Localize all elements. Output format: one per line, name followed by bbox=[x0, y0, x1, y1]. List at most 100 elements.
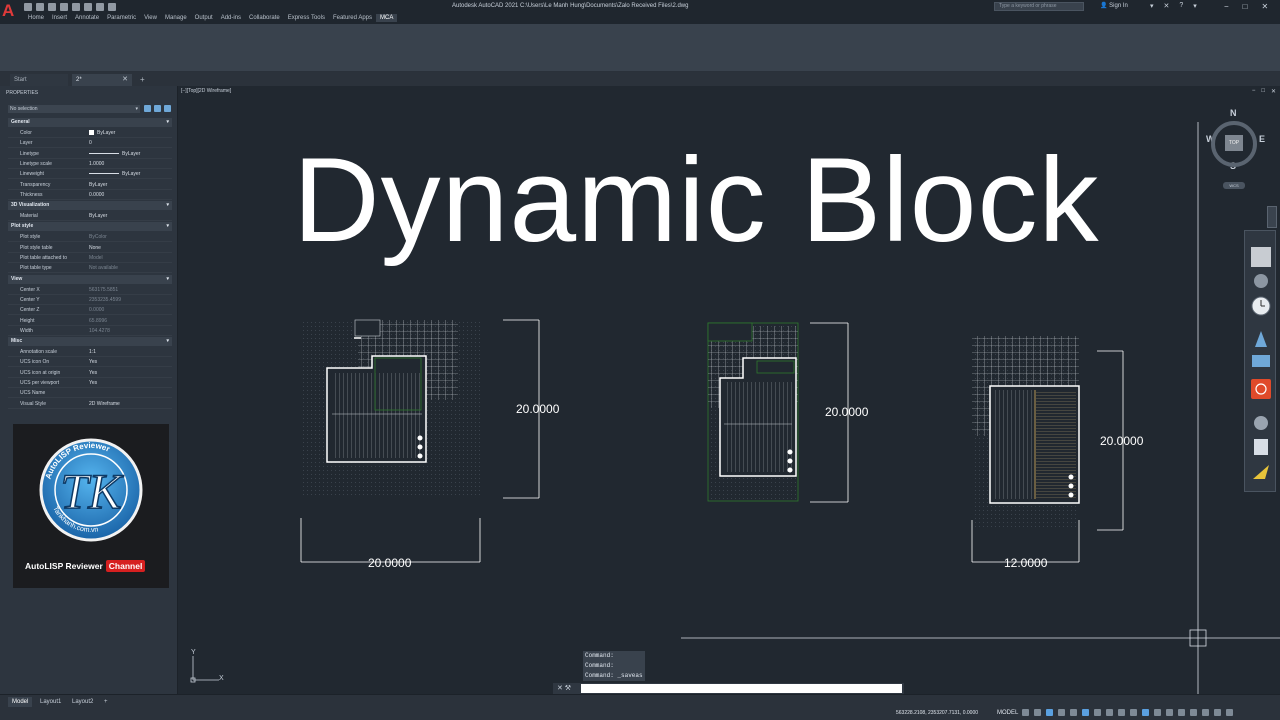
signin-dropdown-icon[interactable]: ▾ bbox=[1150, 2, 1154, 10]
section-general[interactable]: General ▾ bbox=[8, 118, 172, 127]
osnap-icon[interactable] bbox=[1082, 709, 1089, 716]
ribbon-tab-insert[interactable]: Insert bbox=[48, 14, 71, 22]
ortho-icon[interactable] bbox=[1046, 709, 1053, 716]
section-misc[interactable]: Misc ▾ bbox=[8, 337, 172, 347]
command-input[interactable] bbox=[581, 684, 902, 693]
property-row[interactable]: Height 65.8996 bbox=[8, 316, 172, 326]
autocad-logo-icon[interactable]: A bbox=[2, 1, 18, 21]
lock-ui-icon[interactable] bbox=[1178, 709, 1185, 716]
undo-icon[interactable] bbox=[84, 3, 92, 11]
section-view[interactable]: View ▾ bbox=[8, 274, 172, 284]
property-row[interactable]: Center Y 2353235.4599 bbox=[8, 295, 172, 305]
property-row[interactable]: UCS icon at origin Yes bbox=[8, 368, 172, 378]
tab-model[interactable]: Model bbox=[8, 697, 33, 707]
property-row[interactable]: Plot style table None bbox=[8, 243, 172, 253]
viewcube[interactable]: N W E S TOP WCS bbox=[1205, 108, 1265, 189]
ribbon-tab-home[interactable]: Home bbox=[24, 14, 48, 22]
wcs-menu[interactable]: WCS bbox=[1223, 182, 1245, 189]
workspace-icon[interactable] bbox=[1130, 709, 1137, 716]
toggle-pickadd-icon[interactable] bbox=[144, 105, 151, 112]
property-row[interactable]: Color ByLayer bbox=[8, 128, 172, 138]
close-icon[interactable]: ✕ bbox=[1262, 2, 1269, 11]
section-plot-style[interactable]: Plot style ▾ bbox=[8, 222, 172, 232]
property-row[interactable]: Linetype scale 1.0000 bbox=[8, 159, 172, 169]
save-as-icon[interactable] bbox=[60, 3, 68, 11]
save-icon[interactable] bbox=[48, 3, 56, 11]
tab-drawing-2[interactable]: 2* ✕ bbox=[72, 74, 132, 86]
property-row[interactable]: Annotation scale 1:1 bbox=[8, 347, 172, 358]
property-row[interactable]: Transparency ByLayer bbox=[8, 180, 172, 190]
sign-in-button[interactable]: 👤 Sign In bbox=[1100, 2, 1128, 9]
hardware-acceleration-icon[interactable] bbox=[1202, 709, 1209, 716]
quick-properties-icon[interactable] bbox=[1166, 709, 1173, 716]
tab-start[interactable]: Start bbox=[10, 74, 68, 86]
ribbon-tab-featured-apps[interactable]: Featured Apps bbox=[329, 14, 376, 22]
property-row[interactable]: Plot table type Not available bbox=[8, 263, 172, 274]
new-icon[interactable] bbox=[24, 3, 32, 11]
close-tab-icon[interactable]: ✕ bbox=[122, 74, 128, 86]
units-icon[interactable] bbox=[1154, 709, 1161, 716]
ribbon-tab-mca[interactable]: MCA bbox=[376, 14, 398, 22]
drawing-area[interactable]: [−][Top][2D Wireframe] − □ ✕ Y X Dynamic… bbox=[179, 86, 1280, 694]
lineweight-icon[interactable] bbox=[1094, 709, 1101, 716]
new-tab-button[interactable]: + bbox=[136, 74, 148, 86]
property-row[interactable]: UCS per viewport Yes bbox=[8, 378, 172, 388]
navbar-toggle[interactable] bbox=[1267, 206, 1277, 228]
ribbon-tab-parametric[interactable]: Parametric bbox=[103, 14, 140, 22]
floor-plan-3[interactable] bbox=[971, 336, 1124, 563]
floor-plan-1[interactable] bbox=[300, 319, 540, 563]
open-icon[interactable] bbox=[36, 3, 44, 11]
command-line-icons[interactable]: ✕ ⚒ bbox=[557, 684, 571, 692]
tab-layout2[interactable]: Layout2 bbox=[68, 697, 97, 707]
customization-icon[interactable] bbox=[1226, 709, 1233, 716]
section-3d-visualization[interactable]: 3D Visualization ▾ bbox=[8, 201, 172, 211]
print-icon[interactable] bbox=[72, 3, 80, 11]
snap-icon[interactable] bbox=[1034, 709, 1041, 716]
property-row[interactable]: Layer 0 bbox=[8, 138, 172, 149]
isolate-objects-icon[interactable] bbox=[1190, 709, 1197, 716]
property-row[interactable]: UCS Name bbox=[8, 388, 172, 399]
search-input[interactable]: Type a keyword or phrase bbox=[994, 2, 1084, 11]
property-row[interactable]: Center X 563175.5851 bbox=[8, 285, 172, 295]
help-icon[interactable]: ? bbox=[1179, 2, 1183, 10]
property-row[interactable]: Plot style ByColor bbox=[8, 232, 172, 243]
property-row[interactable]: Lineweight ByLayer bbox=[8, 169, 172, 180]
viewcube-east[interactable]: E bbox=[1259, 134, 1265, 144]
property-row[interactable]: Center Z 0.0000 bbox=[8, 305, 172, 316]
grid-icon[interactable] bbox=[1022, 709, 1029, 716]
property-row[interactable]: Visual Style 2D Wireframe bbox=[8, 399, 172, 409]
redo-icon[interactable] bbox=[96, 3, 104, 11]
property-row[interactable]: Linetype ByLayer bbox=[8, 149, 172, 159]
ribbon-tab-add-ins[interactable]: Add-ins bbox=[217, 14, 245, 22]
share-icon[interactable] bbox=[108, 3, 116, 11]
transparency-icon[interactable] bbox=[1106, 709, 1113, 716]
selection-dropdown[interactable]: No selection ▾ bbox=[8, 105, 140, 113]
ribbon-tab-output[interactable]: Output bbox=[191, 14, 217, 22]
ribbon-tab-collaborate[interactable]: Collaborate bbox=[245, 14, 284, 22]
ribbon-tab-view[interactable]: View bbox=[140, 14, 161, 22]
property-row[interactable]: Plot table attached to Model bbox=[8, 253, 172, 263]
model-space-button[interactable]: MODEL bbox=[997, 710, 1018, 716]
exchange-icon[interactable]: ✕ bbox=[1164, 2, 1170, 10]
viewcube-top-face[interactable]: TOP bbox=[1225, 135, 1243, 151]
coordinate-readout[interactable]: 563228.2108, 2353207.7131, 0.0000 bbox=[896, 710, 978, 716]
maximize-icon[interactable]: □ bbox=[1243, 2, 1248, 11]
property-row[interactable]: Thickness 0.0000 bbox=[8, 190, 172, 200]
viewcube-north[interactable]: N bbox=[1230, 108, 1237, 118]
ribbon-tab-annotate[interactable]: Annotate bbox=[71, 14, 103, 22]
annotation-monitor-icon[interactable] bbox=[1142, 709, 1149, 716]
polar-icon[interactable] bbox=[1058, 709, 1065, 716]
minimize-icon[interactable]: − bbox=[1224, 2, 1229, 11]
ribbon-tab-manage[interactable]: Manage bbox=[161, 14, 191, 22]
annotation-scale-icon[interactable] bbox=[1118, 709, 1125, 716]
property-row[interactable]: Width 104.4278 bbox=[8, 326, 172, 336]
property-row[interactable]: UCS icon On Yes bbox=[8, 357, 172, 368]
tab-layout1[interactable]: Layout1 bbox=[36, 697, 65, 707]
clean-screen-icon[interactable] bbox=[1214, 709, 1221, 716]
ribbon-tab-express-tools[interactable]: Express Tools bbox=[284, 14, 329, 22]
quick-select-icon[interactable] bbox=[164, 105, 171, 112]
add-layout-button[interactable]: + bbox=[100, 697, 112, 707]
property-row[interactable]: Material ByLayer bbox=[8, 211, 172, 222]
select-objects-icon[interactable] bbox=[154, 105, 161, 112]
help-dropdown-icon[interactable]: ▾ bbox=[1193, 2, 1197, 10]
